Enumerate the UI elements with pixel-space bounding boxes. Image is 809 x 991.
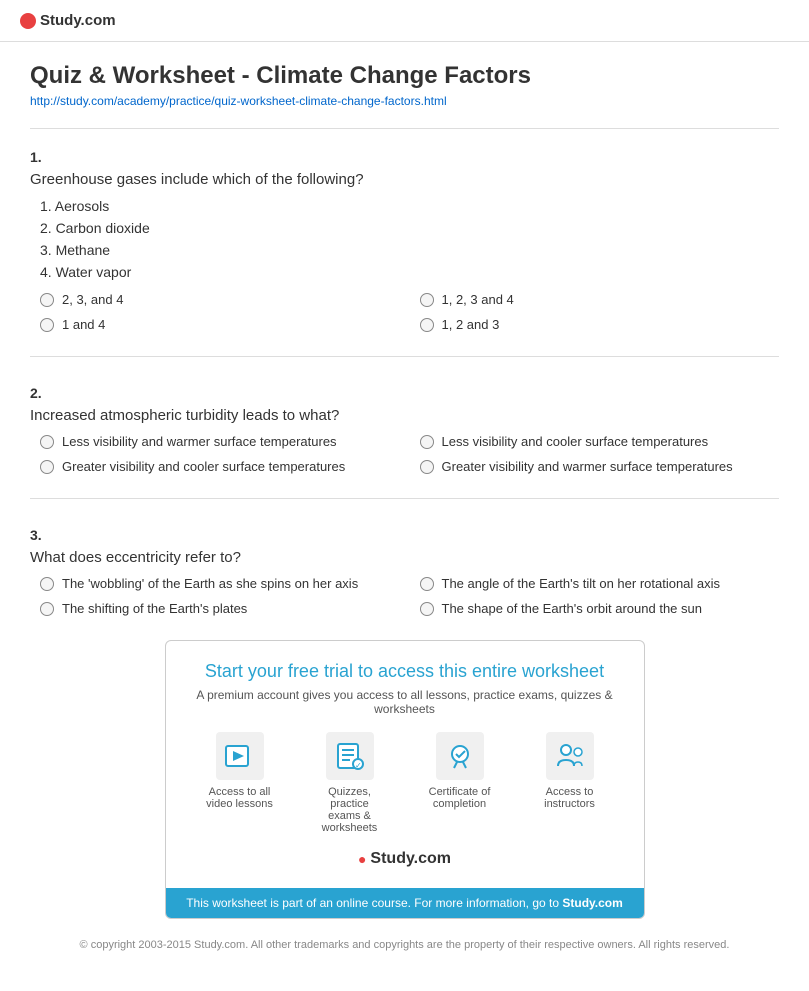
option-2-1-label: Less visibility and warmer surface tempe… <box>62 434 337 449</box>
option-3-3-label: The shifting of the Earth's plates <box>62 601 247 616</box>
radio-2-2[interactable] <box>420 435 434 449</box>
radio-3-4[interactable] <box>420 602 434 616</box>
question-1-choices: 1. Aerosols 2. Carbon dioxide 3. Methane… <box>40 198 779 280</box>
radio-2-3[interactable] <box>40 460 54 474</box>
site-header: Study.com <box>0 0 809 42</box>
page-url[interactable]: http://study.com/academy/practice/quiz-w… <box>30 94 779 108</box>
radio-1-4[interactable] <box>420 318 434 332</box>
option-3-1-label: The 'wobbling' of the Earth as she spins… <box>62 576 358 591</box>
question-1-options: 2, 3, and 4 1, 2, 3 and 4 1 and 4 1, 2 a… <box>40 292 779 332</box>
question-2: 2. Increased atmospheric turbidity leads… <box>30 375 779 474</box>
quiz-icon: ✓ <box>326 732 374 780</box>
instructor-icon <box>546 732 594 780</box>
option-2-2-label: Less visibility and cooler surface tempe… <box>442 434 709 449</box>
promo-logo: ● Study.com <box>190 850 620 868</box>
option-2-1[interactable]: Less visibility and warmer surface tempe… <box>40 434 400 449</box>
radio-1-1[interactable] <box>40 293 54 307</box>
choice-1-2: 2. Carbon dioxide <box>40 220 779 236</box>
option-3-2[interactable]: The angle of the Earth's tilt on her rot… <box>420 576 780 591</box>
question-1-text: Greenhouse gases include which of the fo… <box>30 171 779 188</box>
question-3-text: What does eccentricity refer to? <box>30 549 779 566</box>
divider-1 <box>30 356 779 357</box>
site-logo[interactable]: Study.com <box>40 12 116 29</box>
promo-icon-instructor-label: Access toinstructors <box>544 786 595 810</box>
option-2-3-label: Greater visibility and cooler surface te… <box>62 459 345 474</box>
promo-icon-instructor: Access toinstructors <box>530 732 610 834</box>
promo-icon-quiz: ✓ Quizzes, practiceexams & worksheets <box>310 732 390 834</box>
option-2-4-label: Greater visibility and warmer surface te… <box>442 459 733 474</box>
option-3-1[interactable]: The 'wobbling' of the Earth as she spins… <box>40 576 400 591</box>
copyright-text: © copyright 2003-2015 Study.com. All oth… <box>30 939 779 971</box>
main-content: Quiz & Worksheet - Climate Change Factor… <box>0 42 809 991</box>
question-2-text: Increased atmospheric turbidity leads to… <box>30 407 779 424</box>
option-1-3-label: 1 and 4 <box>62 317 105 332</box>
question-2-options: Less visibility and warmer surface tempe… <box>40 434 779 474</box>
option-1-3[interactable]: 1 and 4 <box>40 317 400 332</box>
question-3-number: 3. <box>30 527 779 543</box>
cert-icon <box>436 732 484 780</box>
page-title: Quiz & Worksheet - Climate Change Factor… <box>30 62 779 90</box>
video-icon <box>216 732 264 780</box>
choice-1-1: 1. Aerosols <box>40 198 779 214</box>
question-1-number: 1. <box>30 149 779 165</box>
choice-1-4: 4. Water vapor <box>40 264 779 280</box>
option-1-2-label: 1, 2, 3 and 4 <box>442 292 514 307</box>
radio-2-1[interactable] <box>40 435 54 449</box>
promo-footer-text: This worksheet is part of an online cour… <box>186 896 623 910</box>
logo-circle-icon <box>20 13 36 29</box>
promo-icon-video-label: Access to allvideo lessons <box>206 786 273 810</box>
radio-3-2[interactable] <box>420 577 434 591</box>
question-3-options: The 'wobbling' of the Earth as she spins… <box>40 576 779 616</box>
option-3-4[interactable]: The shape of the Earth's orbit around th… <box>420 601 780 616</box>
promo-icon-cert: Certificate ofcompletion <box>420 732 500 834</box>
divider-2 <box>30 498 779 499</box>
question-3: 3. What does eccentricity refer to? The … <box>30 517 779 616</box>
promo-inner: Start your free trial to access this ent… <box>166 641 644 888</box>
option-2-2[interactable]: Less visibility and cooler surface tempe… <box>420 434 780 449</box>
option-3-4-label: The shape of the Earth's orbit around th… <box>442 601 702 616</box>
promo-footer: This worksheet is part of an online cour… <box>166 888 644 918</box>
radio-2-4[interactable] <box>420 460 434 474</box>
option-1-1-label: 2, 3, and 4 <box>62 292 123 307</box>
radio-1-3[interactable] <box>40 318 54 332</box>
promo-icon-cert-label: Certificate ofcompletion <box>429 786 491 810</box>
option-1-1[interactable]: 2, 3, and 4 <box>40 292 400 307</box>
choice-1-3: 3. Methane <box>40 242 779 258</box>
option-1-4[interactable]: 1, 2 and 3 <box>420 317 780 332</box>
promo-icon-video: Access to allvideo lessons <box>200 732 280 834</box>
radio-1-2[interactable] <box>420 293 434 307</box>
question-2-number: 2. <box>30 385 779 401</box>
option-2-4[interactable]: Greater visibility and warmer surface te… <box>420 459 780 474</box>
option-3-3[interactable]: The shifting of the Earth's plates <box>40 601 400 616</box>
promo-icons: Access to allvideo lessons ✓ Quizze <box>190 732 620 834</box>
radio-3-3[interactable] <box>40 602 54 616</box>
promo-title: Start your free trial to access this ent… <box>190 661 620 682</box>
radio-3-1[interactable] <box>40 577 54 591</box>
option-2-3[interactable]: Greater visibility and cooler surface te… <box>40 459 400 474</box>
option-3-2-label: The angle of the Earth's tilt on her rot… <box>442 576 721 591</box>
promo-icon-quiz-label: Quizzes, practiceexams & worksheets <box>322 786 378 834</box>
option-1-4-label: 1, 2 and 3 <box>442 317 500 332</box>
promo-subtitle: A premium account gives you access to al… <box>190 688 620 716</box>
question-1: 1. Greenhouse gases include which of the… <box>30 139 779 332</box>
svg-text:✓: ✓ <box>355 761 362 770</box>
option-1-2[interactable]: 1, 2, 3 and 4 <box>420 292 780 307</box>
promo-box: Start your free trial to access this ent… <box>165 640 645 919</box>
header-divider <box>30 128 779 129</box>
